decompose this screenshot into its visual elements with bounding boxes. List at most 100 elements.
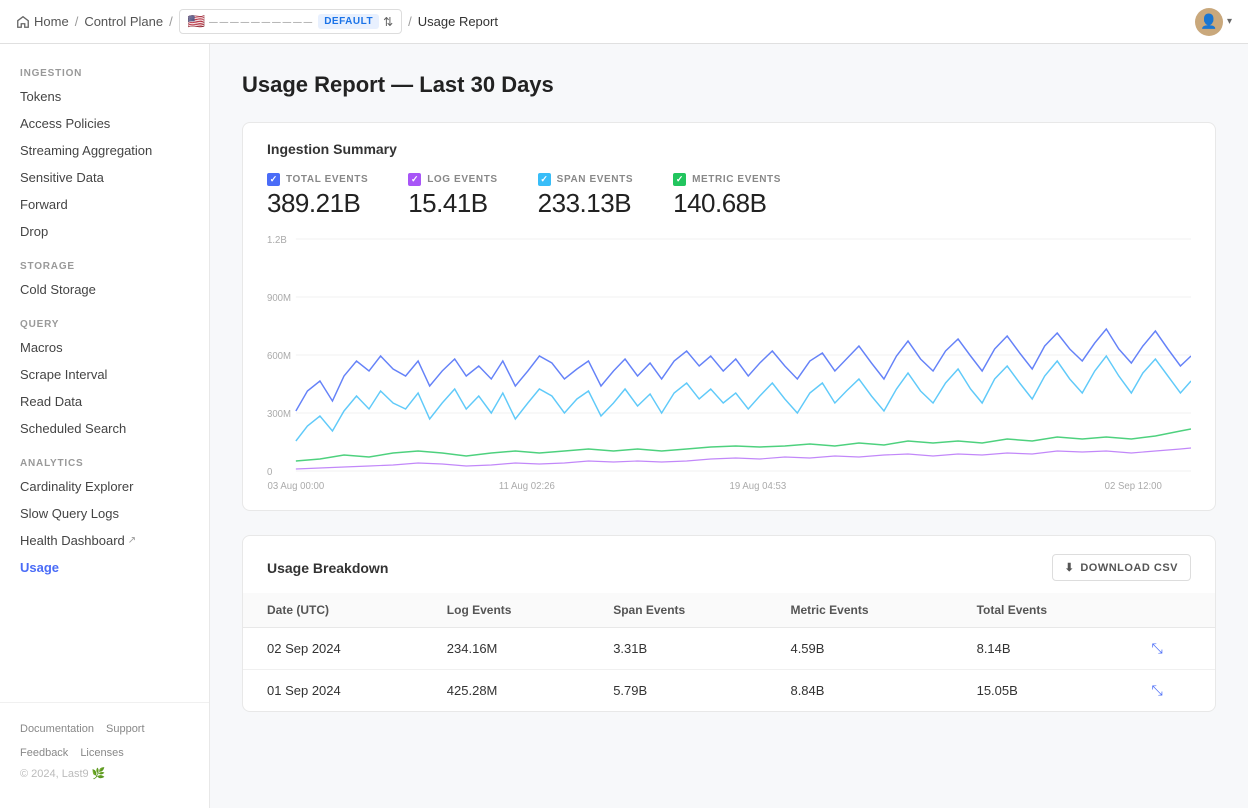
usage-breakdown-card: Usage Breakdown ⬇ DOWNLOAD CSV Date (UTC… [242,535,1216,712]
ingestion-chart: 1.2B 900M 600M 300M 0 [267,231,1191,491]
footer-link-feedback[interactable]: Feedback [20,747,68,759]
sidebar-item-macros[interactable]: Macros [0,334,209,361]
sidebar: INGESTION Tokens Access Policies Streami… [0,44,210,808]
total-events-checkbox[interactable]: ✓ [267,173,280,186]
ingestion-section-title: INGESTION [0,60,209,83]
metric-events-label: METRIC EVENTS [692,174,781,185]
user-menu[interactable]: 👤 ▾ [1195,8,1232,36]
span-events-checkbox[interactable]: ✓ [538,173,551,186]
query-section-title: QUERY [0,311,209,334]
log-events-value: 15.41B [408,188,497,219]
ingestion-summary-card: Ingestion Summary ✓ TOTAL EVENTS 389.21B… [242,122,1216,511]
sidebar-copyright: © 2024, Last9 🌿 [0,763,209,792]
sidebar-item-usage[interactable]: Usage [0,554,209,581]
cell-span-0: 3.31B [589,628,766,670]
sidebar-item-scrape-interval[interactable]: Scrape Interval [0,361,209,388]
sidebar-section-ingestion: INGESTION Tokens Access Policies Streami… [0,60,209,245]
sidebar-item-scheduled-search[interactable]: Scheduled Search [0,415,209,442]
cell-date-1: 01 Sep 2024 [243,670,423,712]
layout: INGESTION Tokens Access Policies Streami… [0,44,1248,808]
footer-link-documentation[interactable]: Documentation [20,723,94,735]
env-badge: DEFAULT [318,14,379,29]
cell-span-1: 5.79B [589,670,766,712]
cell-total-1: 15.05B [953,670,1128,712]
ingestion-summary-title: Ingestion Summary [243,123,1215,157]
svg-text:02 Sep 12:00: 02 Sep 12:00 [1105,481,1163,491]
sidebar-item-streaming-aggregation[interactable]: Streaming Aggregation [0,137,209,164]
sidebar-item-forward[interactable]: Forward [0,191,209,218]
home-icon[interactable]: Home [16,14,69,29]
svg-text:11 Aug 02:26: 11 Aug 02:26 [499,481,555,491]
env-selector[interactable]: 🇺🇸 ────────── DEFAULT ⇅ [179,9,402,34]
sidebar-item-read-data[interactable]: Read Data [0,388,209,415]
sidebar-item-tokens[interactable]: Tokens [0,83,209,110]
metric-span-events: ✓ SPAN EVENTS 233.13B [538,173,633,219]
footer-link-licenses[interactable]: Licenses [80,747,123,759]
download-csv-button[interactable]: ⬇ DOWNLOAD CSV [1052,554,1191,581]
total-events-line [296,329,1191,411]
metric-events-line [296,429,1191,461]
control-plane-crumb[interactable]: Control Plane [84,14,163,29]
cell-metric-1: 8.84B [766,670,952,712]
sidebar-item-cardinality-explorer[interactable]: Cardinality Explorer [0,473,209,500]
page-title: Usage Report — Last 30 Days [242,72,1216,98]
avatar: 👤 [1195,8,1223,36]
cell-chart-icon-1[interactable]: ⤡ [1128,670,1215,712]
download-icon: ⬇ [1065,561,1075,574]
sidebar-item-slow-query-logs[interactable]: Slow Query Logs [0,500,209,527]
usage-table: Date (UTC) Log Events Span Events Metric… [243,593,1215,711]
total-events-value: 389.21B [267,188,368,219]
env-flag: 🇺🇸 [188,13,205,30]
row-chart-button-1[interactable]: ⤡ [1152,682,1163,698]
col-span: Span Events [589,593,766,628]
table-row: 01 Sep 2024 425.28M 5.79B 8.84B 15.05B ⤡ [243,670,1215,712]
env-chevron: ⇅ [383,15,393,29]
sidebar-item-sensitive-data[interactable]: Sensitive Data [0,164,209,191]
svg-text:900M: 900M [267,293,291,304]
metric-metric-events: ✓ METRIC EVENTS 140.68B [673,173,781,219]
sidebar-section-storage: STORAGE Cold Storage [0,253,209,303]
env-name: ────────── [209,15,314,29]
chart-area: 1.2B 900M 600M 300M 0 [243,219,1215,510]
topbar: Home / Control Plane / 🇺🇸 ────────── DEF… [0,0,1248,44]
span-events-label: SPAN EVENTS [557,174,633,185]
sidebar-item-drop[interactable]: Drop [0,218,209,245]
cell-total-0: 8.14B [953,628,1128,670]
external-link-icon: ↗ [128,535,136,546]
storage-section-title: STORAGE [0,253,209,276]
svg-text:03 Aug 00:00: 03 Aug 00:00 [268,481,325,491]
svg-text:0: 0 [267,467,273,478]
svg-text:1.2B: 1.2B [267,235,287,246]
metrics-row: ✓ TOTAL EVENTS 389.21B ✓ LOG EVENTS 15.4… [243,157,1215,219]
log-events-checkbox[interactable]: ✓ [408,173,421,186]
home-label[interactable]: Home [34,14,69,29]
svg-text:300M: 300M [267,409,291,420]
row-chart-button-0[interactable]: ⤡ [1152,640,1163,656]
col-action [1128,593,1215,628]
cell-chart-icon-0[interactable]: ⤡ [1128,628,1215,670]
metric-events-checkbox[interactable]: ✓ [673,173,686,186]
metric-total-events: ✓ TOTAL EVENTS 389.21B [267,173,368,219]
breadcrumb: Home / Control Plane / 🇺🇸 ────────── DEF… [16,9,1195,34]
cell-metric-0: 4.59B [766,628,952,670]
page-label: Usage Report [418,14,498,29]
footer-link-support[interactable]: Support [106,723,145,735]
col-total: Total Events [953,593,1128,628]
sidebar-item-health-dashboard[interactable]: Health Dashboard ↗ [0,527,209,554]
col-metric: Metric Events [766,593,952,628]
cell-log-0: 234.16M [423,628,589,670]
sidebar-item-cold-storage[interactable]: Cold Storage [0,276,209,303]
log-events-line [296,448,1191,469]
table-row: 02 Sep 2024 234.16M 3.31B 4.59B 8.14B ⤡ [243,628,1215,670]
sidebar-item-access-policies[interactable]: Access Policies [0,110,209,137]
cell-date-0: 02 Sep 2024 [243,628,423,670]
analytics-section-title: ANALYTICS [0,450,209,473]
log-events-label: LOG EVENTS [427,174,497,185]
metric-events-value: 140.68B [673,188,781,219]
svg-text:600M: 600M [267,351,291,362]
col-date: Date (UTC) [243,593,423,628]
svg-text:19 Aug 04:53: 19 Aug 04:53 [730,481,787,491]
metric-log-events: ✓ LOG EVENTS 15.41B [408,173,497,219]
sidebar-section-analytics: ANALYTICS Cardinality Explorer Slow Quer… [0,450,209,581]
cell-log-1: 425.28M [423,670,589,712]
